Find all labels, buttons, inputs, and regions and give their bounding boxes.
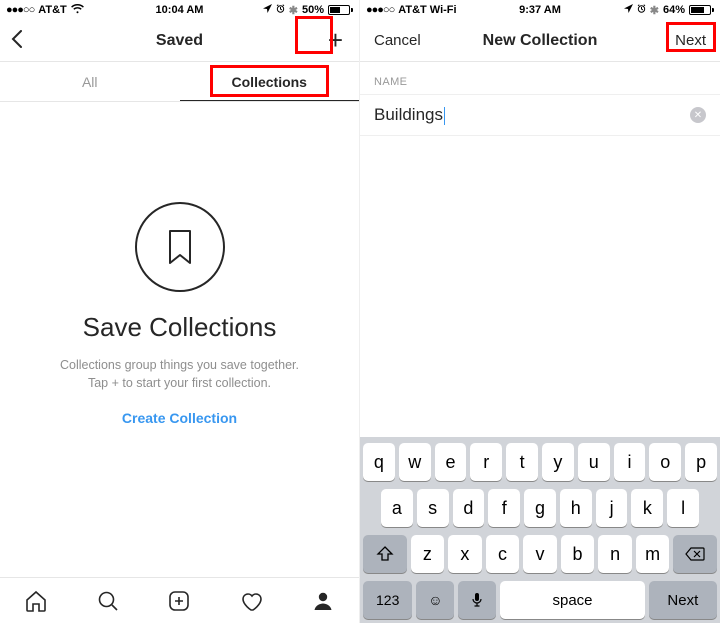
tab-search[interactable] bbox=[72, 589, 144, 613]
key-h[interactable]: h bbox=[560, 489, 592, 527]
cancel-button[interactable]: Cancel bbox=[370, 30, 425, 51]
key-space[interactable]: space bbox=[500, 581, 644, 619]
add-collection-button[interactable]: + bbox=[301, 27, 349, 54]
phone-saved-collections: ●●●○○ AT&T 10:04 AM ✱ 50% bbox=[0, 0, 360, 623]
bluetooth-icon: ✱ bbox=[650, 4, 659, 17]
empty-state: Save Collections Collections group thing… bbox=[0, 102, 359, 577]
key-q[interactable]: q bbox=[363, 443, 395, 481]
carrier-label: AT&T bbox=[38, 4, 67, 16]
key-p[interactable]: p bbox=[685, 443, 717, 481]
key-w[interactable]: w bbox=[399, 443, 431, 481]
key-i[interactable]: i bbox=[614, 443, 646, 481]
key-backspace[interactable] bbox=[673, 535, 717, 573]
key-t[interactable]: t bbox=[506, 443, 538, 481]
battery-pct-label: 50% bbox=[302, 4, 324, 16]
key-d[interactable]: d bbox=[453, 489, 485, 527]
nav-bar: Cancel New Collection Next bbox=[360, 20, 720, 62]
key-r[interactable]: r bbox=[470, 443, 502, 481]
key-y[interactable]: y bbox=[542, 443, 574, 481]
tab-profile[interactable] bbox=[287, 589, 359, 613]
tab-activity[interactable] bbox=[215, 589, 287, 613]
key-a[interactable]: a bbox=[381, 489, 413, 527]
tab-home[interactable] bbox=[0, 589, 72, 613]
empty-body: Collections group things you save togeth… bbox=[60, 357, 299, 392]
alarm-icon bbox=[276, 4, 285, 16]
status-bar: ●●●○○ AT&T Wi-Fi 9:37 AM ✱ 64% bbox=[360, 0, 720, 20]
battery-icon bbox=[689, 5, 714, 15]
key-f[interactable]: f bbox=[488, 489, 520, 527]
tab-collections[interactable]: Collections bbox=[180, 62, 360, 101]
key-s[interactable]: s bbox=[417, 489, 449, 527]
key-l[interactable]: l bbox=[667, 489, 699, 527]
tab-all[interactable]: All bbox=[0, 62, 180, 101]
clock-label: 10:04 AM bbox=[156, 4, 204, 16]
nav-bar: Saved + bbox=[0, 20, 359, 62]
key-o[interactable]: o bbox=[649, 443, 681, 481]
alarm-icon bbox=[637, 4, 646, 16]
name-input[interactable]: Buildings bbox=[374, 105, 690, 125]
ios-keyboard: qwertyuiop asdfghjkl zxcvbnm 123 ☺ space… bbox=[360, 437, 720, 623]
key-next[interactable]: Next bbox=[649, 581, 717, 619]
clock-label: 9:37 AM bbox=[519, 4, 561, 16]
clear-input-button[interactable]: ✕ bbox=[690, 107, 706, 123]
key-m[interactable]: m bbox=[636, 535, 670, 573]
page-title: Saved bbox=[156, 32, 203, 50]
key-dictation[interactable] bbox=[458, 581, 496, 619]
key-g[interactable]: g bbox=[524, 489, 556, 527]
next-button[interactable]: Next bbox=[671, 30, 710, 51]
key-c[interactable]: c bbox=[486, 535, 520, 573]
battery-pct-label: 64% bbox=[663, 4, 685, 16]
empty-body-line2: Tap + to start your first collection. bbox=[88, 376, 271, 390]
back-button[interactable] bbox=[10, 30, 58, 52]
wifi-icon bbox=[71, 4, 84, 17]
saved-tabs: All Collections bbox=[0, 62, 359, 102]
tab-collections-label: Collections bbox=[232, 74, 307, 90]
signal-dots-icon: ●●●○○ bbox=[6, 4, 34, 16]
key-k[interactable]: k bbox=[631, 489, 663, 527]
phone-new-collection: ●●●○○ AT&T Wi-Fi 9:37 AM ✱ 64% Cancel N bbox=[360, 0, 720, 623]
key-j[interactable]: j bbox=[596, 489, 628, 527]
empty-heading: Save Collections bbox=[83, 312, 277, 343]
create-collection-button[interactable]: Create Collection bbox=[122, 410, 237, 426]
key-numbers[interactable]: 123 bbox=[363, 581, 412, 619]
battery-icon bbox=[328, 5, 353, 15]
key-z[interactable]: z bbox=[411, 535, 445, 573]
tab-new-post[interactable] bbox=[144, 589, 216, 613]
empty-body-line1: Collections group things you save togeth… bbox=[60, 358, 299, 372]
key-e[interactable]: e bbox=[435, 443, 467, 481]
status-bar: ●●●○○ AT&T 10:04 AM ✱ 50% bbox=[0, 0, 359, 20]
key-v[interactable]: v bbox=[523, 535, 557, 573]
signal-dots-icon: ●●●○○ bbox=[366, 4, 394, 16]
key-shift[interactable] bbox=[363, 535, 407, 573]
key-u[interactable]: u bbox=[578, 443, 610, 481]
location-icon bbox=[624, 4, 633, 16]
bluetooth-icon: ✱ bbox=[289, 4, 298, 17]
key-x[interactable]: x bbox=[448, 535, 482, 573]
section-header-name: NAME bbox=[360, 62, 720, 94]
name-field-row[interactable]: Buildings ✕ bbox=[360, 94, 720, 136]
name-input-value: Buildings bbox=[374, 105, 443, 124]
key-n[interactable]: n bbox=[598, 535, 632, 573]
carrier-label: AT&T Wi-Fi bbox=[398, 4, 456, 16]
key-b[interactable]: b bbox=[561, 535, 595, 573]
bookmark-circle-icon bbox=[135, 202, 225, 292]
bottom-tab-bar bbox=[0, 577, 359, 623]
key-emoji[interactable]: ☺ bbox=[416, 581, 454, 619]
location-icon bbox=[263, 4, 272, 16]
page-title: New Collection bbox=[483, 32, 598, 50]
